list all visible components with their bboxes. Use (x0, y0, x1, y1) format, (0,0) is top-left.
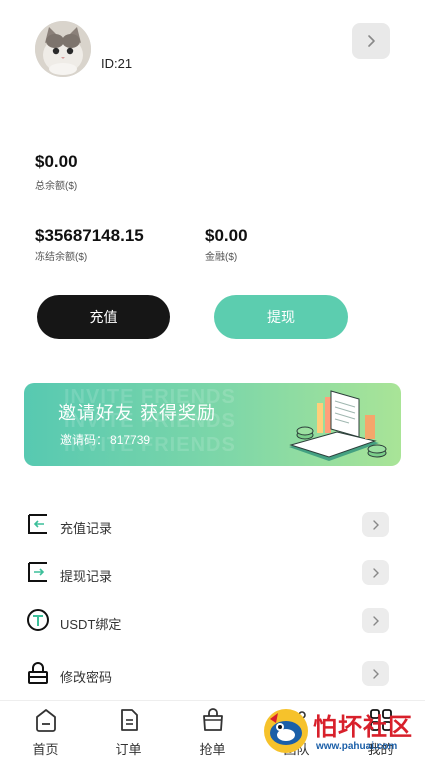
total-balance-value: $0.00 (35, 152, 78, 171)
avatar[interactable] (35, 21, 91, 77)
chevron-right-icon (372, 668, 379, 679)
menu-arrow-button[interactable] (362, 608, 389, 633)
chevron-right-icon (368, 35, 375, 47)
tab-label: 抢单 (199, 742, 226, 757)
order-icon (121, 709, 138, 731)
menu-arrow-button[interactable] (362, 512, 389, 537)
tab-orders[interactable]: 订单 (86, 701, 171, 760)
recharge-record-icon (28, 514, 47, 534)
watermark-emblem-icon (264, 709, 308, 753)
finance-balance-value: $0.00 (205, 226, 248, 245)
frozen-balance-value: $35687148.15 (35, 226, 144, 245)
menu-arrow-button[interactable] (362, 661, 389, 686)
lock-icon (28, 662, 48, 684)
watermark-url: www.pahuai.com (316, 741, 398, 752)
bag-icon (203, 708, 223, 731)
invite-code-value: 817739 (110, 433, 151, 447)
usdt-icon (27, 609, 49, 631)
chevron-right-icon (372, 567, 379, 578)
menu-item-label: USDT绑定 (60, 617, 122, 632)
menu-arrow-button[interactable] (362, 560, 389, 585)
home-icon (36, 709, 56, 732)
menu-item-label: 充值记录 (60, 521, 113, 536)
invite-banner[interactable]: INVITE FRIENDS INVITE FRIENDS INVITE FRI… (24, 383, 401, 466)
tab-home[interactable]: 首页 (3, 701, 88, 760)
profile-arrow-button[interactable] (352, 23, 390, 59)
withdraw-record-icon (28, 562, 47, 582)
total-balance-label: 总余额($) (35, 181, 78, 192)
invite-code: 邀请码： 817739 (58, 431, 150, 448)
frozen-balance-label: 冻结余额($) (35, 252, 88, 263)
menu-item-label: 修改密码 (60, 670, 113, 685)
menu-item-label: 提现记录 (60, 569, 113, 584)
recharge-button[interactable]: 充值 (37, 295, 170, 339)
watermark-text: 怕坏社区 (313, 714, 413, 741)
chevron-right-icon (372, 519, 379, 530)
user-id: ID:21 (101, 56, 133, 71)
chevron-right-icon (372, 615, 379, 626)
tab-grab-order[interactable]: 抢单 (170, 701, 255, 760)
menu-item-withdraw-record[interactable]: 提现记录 (0, 560, 425, 608)
menu-item-usdt-binding[interactable]: USDT绑定 (0, 608, 425, 656)
finance-balance-label: 金融($) (205, 252, 238, 263)
invite-illustration-icon (289, 390, 387, 461)
menu-item-recharge-record[interactable]: 充值记录 (0, 512, 425, 560)
watermark-logo: 怕坏社区 www.pahuai.com (258, 703, 418, 759)
withdraw-button[interactable]: 提现 (214, 295, 348, 339)
invite-code-label: 邀请码： (60, 433, 109, 447)
banner-title: 邀请好友 获得奖励 (58, 403, 217, 423)
tab-label: 首页 (32, 742, 59, 757)
tab-label: 订单 (115, 742, 142, 757)
